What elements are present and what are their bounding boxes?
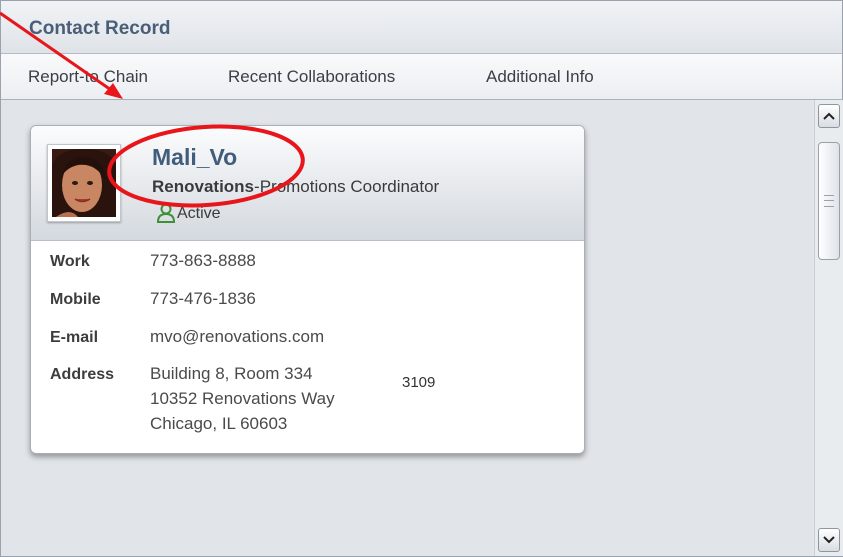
contact-card-header: Mali_Vo Renovations-Promotions Coordinat… [31, 126, 584, 241]
email-label: E-mail [50, 329, 99, 346]
window-title: Contact Record [29, 18, 171, 39]
contact-name[interactable]: Mali_Vo [152, 144, 237, 171]
tab-additional-info[interactable]: Additional Info [486, 67, 594, 87]
mobile-label: Mobile [50, 291, 101, 308]
company-name: Renovations [152, 177, 255, 196]
address-line: Chicago, IL 60603 [150, 414, 288, 433]
work-label: Work [50, 253, 90, 270]
mobile-phone[interactable]: 773-476-1836 [150, 286, 256, 311]
overflow-text: 3109 [402, 374, 436, 391]
address-label: Address [50, 366, 115, 383]
chevron-up-icon[interactable] [818, 104, 840, 128]
address-block: Building 8, Room 334 10352 Renovations W… [150, 361, 335, 436]
email-link[interactable]: mvo@renovations.com [150, 324, 324, 349]
tab-bar: Report-to Chain Recent Collaborations Ad… [1, 54, 842, 100]
work-phone[interactable]: 773-863-8888 [150, 248, 256, 273]
avatar [47, 144, 121, 222]
scrollbar-thumb[interactable] [818, 142, 840, 260]
status-label: Active [177, 205, 221, 222]
vertical-scrollbar[interactable] [814, 100, 843, 556]
title-bar: Contact Record [1, 1, 842, 54]
grip-icon [824, 195, 834, 207]
person-status-icon [156, 203, 176, 223]
address-line: Building 8, Room 334 [150, 364, 313, 383]
contact-title: Renovations-Promotions Coordinator [152, 177, 439, 197]
address-line: 10352 Renovations Way [150, 389, 335, 408]
job-title: -Promotions Coordinator [254, 177, 440, 196]
tab-recent-collaborations[interactable]: Recent Collaborations [228, 67, 395, 87]
tab-report-to-chain[interactable]: Report-to Chain [28, 67, 148, 87]
contact-card: Mali_Vo Renovations-Promotions Coordinat… [30, 125, 585, 454]
chevron-down-icon[interactable] [818, 528, 840, 552]
